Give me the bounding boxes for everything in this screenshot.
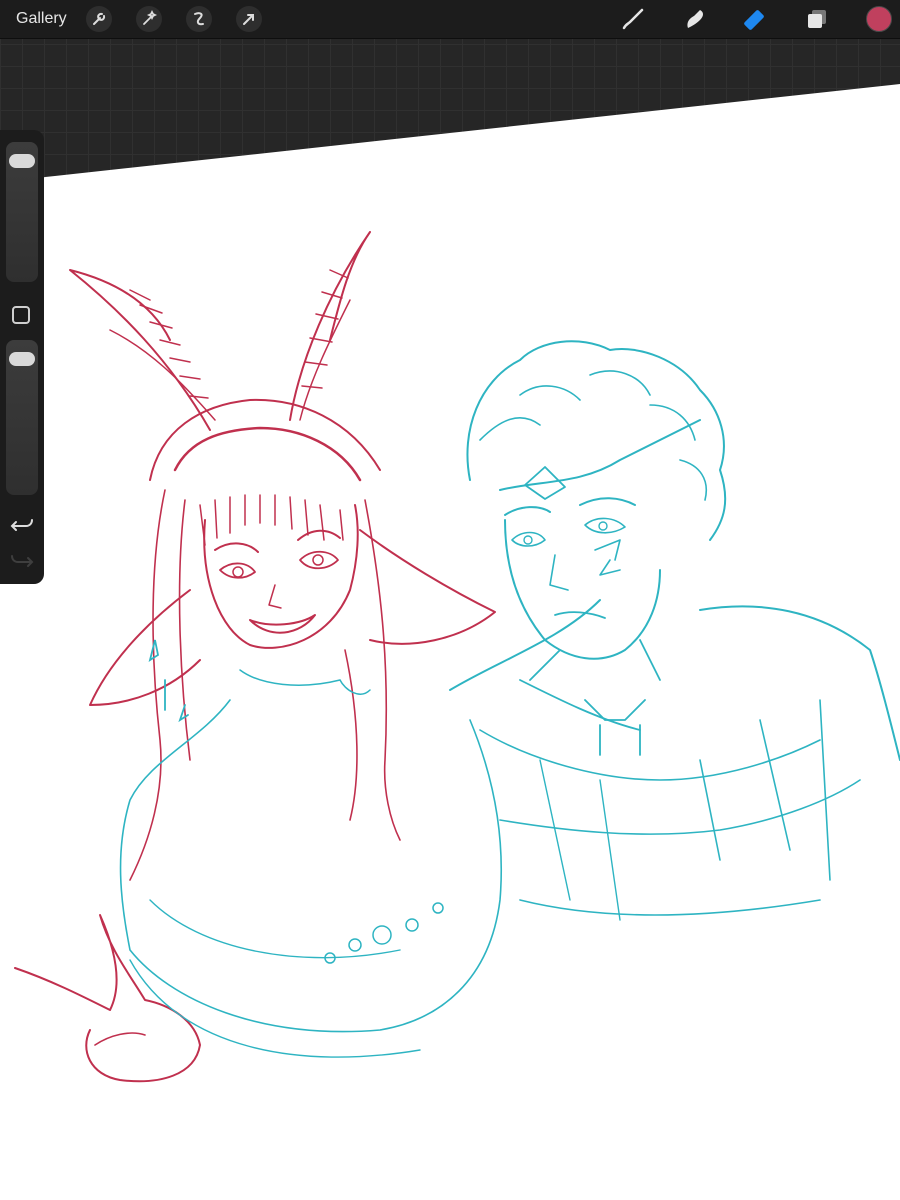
transform-arrow-icon[interactable] xyxy=(236,6,262,32)
wrench-icon[interactable] xyxy=(86,6,112,32)
smudge-icon[interactable] xyxy=(680,4,710,34)
color-picker-button[interactable] xyxy=(866,6,892,32)
drawing-canvas[interactable] xyxy=(0,0,900,1200)
selection-icon[interactable] xyxy=(186,6,212,32)
canvas-workspace xyxy=(0,0,900,1200)
opacity-thumb[interactable] xyxy=(9,352,35,367)
left-sidebar xyxy=(0,130,44,584)
gallery-button[interactable]: Gallery xyxy=(16,10,67,28)
modify-button[interactable] xyxy=(12,306,30,324)
opacity-slider[interactable] xyxy=(6,340,38,495)
eraser-icon[interactable] xyxy=(740,4,770,34)
layers-icon[interactable] xyxy=(802,4,832,34)
brush-size-slider[interactable] xyxy=(6,142,38,282)
undo-icon[interactable] xyxy=(10,514,34,536)
brush-size-thumb[interactable] xyxy=(9,153,35,168)
top-toolbar: Gallery xyxy=(0,0,900,39)
redo-icon xyxy=(10,550,34,572)
brush-icon[interactable] xyxy=(618,4,648,34)
magic-wand-icon[interactable] xyxy=(136,6,162,32)
